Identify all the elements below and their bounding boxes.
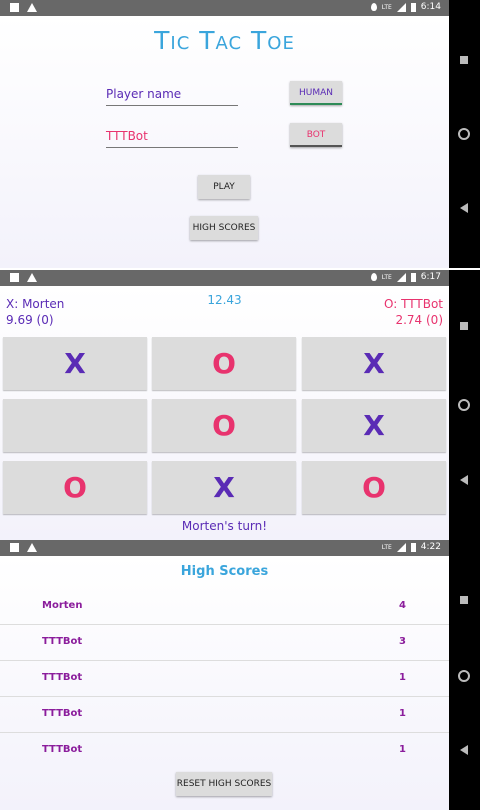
back-icon[interactable]: [460, 475, 468, 485]
high-scores-screen: LTE 4:22 High Scores Morten 4 TTTBot 3 T…: [0, 540, 449, 810]
board-cell-2-2[interactable]: O: [302, 461, 446, 514]
signal-icon: [396, 542, 406, 552]
score-value: 1: [399, 672, 406, 683]
bot-toggle-button[interactable]: BOT: [290, 123, 342, 147]
cell-mark: X: [363, 347, 385, 380]
battery-icon: [410, 272, 416, 282]
player-o-score: 2.74 (0): [395, 313, 443, 327]
board-cell-1-1[interactable]: O: [152, 399, 296, 452]
network-type: LTE: [381, 3, 392, 11]
high-scores-content: High Scores Morten 4 TTTBot 3 TTTBot 1 T…: [0, 556, 449, 810]
player-name-field[interactable]: Player name: [106, 85, 238, 106]
game-screen: LTE 6:17 X: Morten 9.69 (0) 12.43 O: TTT…: [0, 270, 449, 540]
image-icon: [10, 543, 19, 552]
setup-content: Tic Tac Toe Player name HUMAN TTTBot BOT…: [0, 16, 449, 268]
board-cell-1-0[interactable]: [3, 399, 147, 452]
location-icon: [370, 3, 377, 11]
nav-bar: [449, 0, 480, 268]
home-icon[interactable]: [458, 128, 470, 140]
high-scores-title: High Scores: [180, 564, 269, 579]
game-content: X: Morten 9.69 (0) 12.43 O: TTTBot 2.74 …: [0, 286, 449, 540]
warning-icon: [27, 543, 37, 552]
turn-status: Morten's turn!: [181, 519, 268, 533]
high-scores-button[interactable]: HIGH SCORES: [190, 216, 258, 240]
nav-bar: [449, 270, 480, 540]
score-value: 1: [399, 708, 406, 719]
cell-mark: O: [212, 347, 236, 380]
back-icon[interactable]: [460, 745, 468, 755]
board-cell-1-2[interactable]: X: [302, 399, 446, 452]
table-row: TTTBot 1: [0, 732, 449, 768]
recents-icon[interactable]: [460, 596, 468, 604]
image-icon: [10, 273, 19, 282]
player-x-score: 9.69 (0): [6, 313, 54, 327]
cell-mark: X: [213, 471, 235, 504]
back-icon[interactable]: [460, 203, 468, 213]
status-bar: LTE 6:14: [0, 0, 449, 16]
score-name: Morten: [42, 600, 83, 611]
board-cell-0-2[interactable]: X: [302, 337, 446, 390]
player-o-label: O: TTTBot: [384, 297, 443, 311]
cell-mark: O: [362, 471, 386, 504]
warning-icon: [27, 3, 37, 12]
image-icon: [10, 3, 19, 12]
app-title: Tic Tac Toe: [154, 26, 295, 55]
table-row: TTTBot 3: [0, 624, 449, 661]
board-cell-0-1[interactable]: O: [152, 337, 296, 390]
board-cell-2-0[interactable]: O: [3, 461, 147, 514]
score-value: 1: [399, 744, 406, 755]
status-bar: LTE 6:17: [0, 270, 449, 286]
board-cell-0-0[interactable]: X: [3, 337, 147, 390]
score-name: TTTBot: [42, 708, 83, 719]
signal-icon: [396, 272, 406, 282]
location-icon: [370, 273, 377, 281]
score-name: TTTBot: [42, 744, 83, 755]
home-icon[interactable]: [458, 399, 470, 411]
cell-mark: X: [363, 409, 385, 442]
player-name-placeholder: Player name: [106, 87, 182, 101]
table-row: TTTBot 1: [0, 660, 449, 697]
reset-high-scores-button[interactable]: RESET HIGH SCORES: [176, 772, 272, 796]
cell-mark: O: [63, 471, 87, 504]
network-type: LTE: [381, 273, 392, 281]
signal-icon: [396, 2, 406, 12]
play-button[interactable]: PLAY: [198, 175, 250, 199]
table-row: TTTBot 1: [0, 696, 449, 733]
home-icon[interactable]: [458, 670, 470, 682]
score-value: 3: [399, 636, 406, 647]
cell-mark: O: [212, 409, 236, 442]
setup-screen: LTE 6:14 Tic Tac Toe Player name HUMAN T…: [0, 0, 449, 268]
warning-icon: [27, 273, 37, 282]
score-name: TTTBot: [42, 672, 83, 683]
recents-icon[interactable]: [460, 322, 468, 330]
cell-mark: X: [64, 347, 86, 380]
clock: 4:22: [420, 542, 441, 552]
clock: 6:17: [420, 272, 441, 282]
network-type: LTE: [381, 543, 392, 551]
score-name: TTTBot: [42, 636, 83, 647]
battery-icon: [410, 2, 416, 12]
human-toggle-button[interactable]: HUMAN: [290, 81, 342, 105]
player-o-info: O: TTTBot 2.74 (0): [384, 296, 443, 328]
board-cell-2-1[interactable]: X: [152, 461, 296, 514]
nav-bar: [449, 540, 480, 810]
status-bar: LTE 4:22: [0, 540, 449, 556]
table-row: Morten 4: [0, 588, 449, 625]
score-value: 4: [399, 600, 406, 611]
bot-name-field[interactable]: TTTBot: [106, 127, 238, 148]
recents-icon[interactable]: [460, 56, 468, 64]
battery-icon: [410, 542, 416, 552]
game-timer: 12.43: [207, 293, 242, 307]
bot-name-value: TTTBot: [106, 129, 148, 143]
clock: 6:14: [420, 2, 441, 12]
